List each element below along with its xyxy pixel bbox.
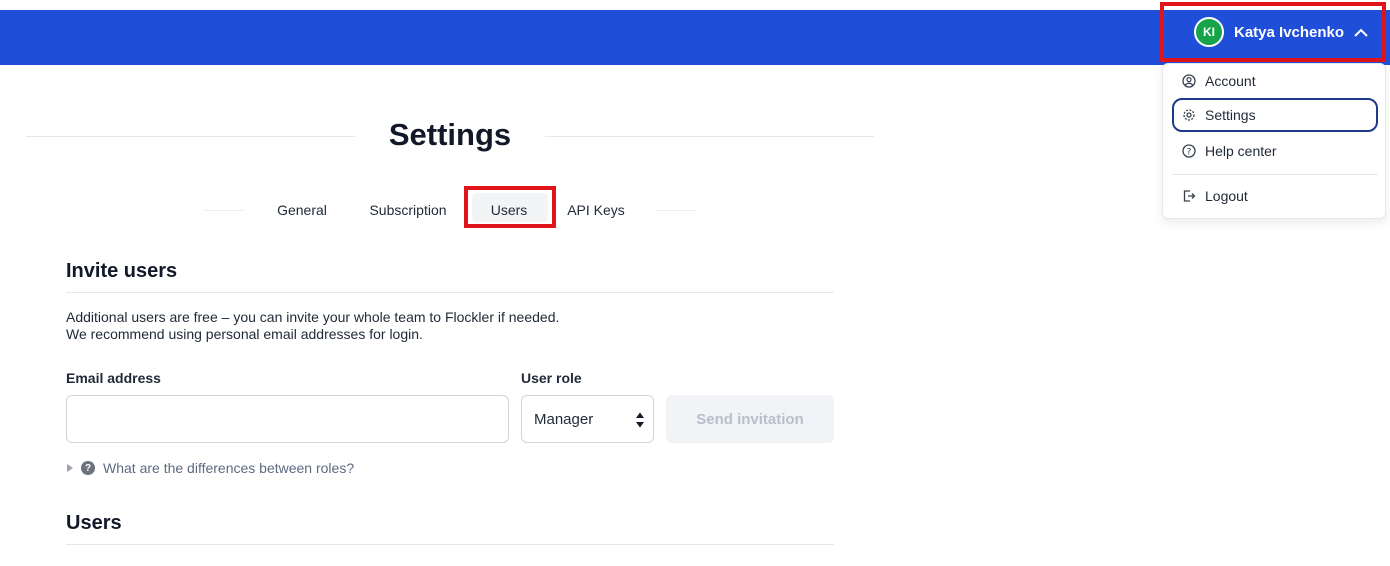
page-title: Settings <box>388 117 512 152</box>
logout-icon <box>1182 189 1196 203</box>
user-role-value: Manager <box>534 410 594 428</box>
invite-description-line2: We recommend using personal email addres… <box>66 326 423 342</box>
user-menu-button[interactable]: KI Katya Ivchenko <box>1160 2 1386 62</box>
tab-general[interactable]: General <box>268 199 336 221</box>
users-heading: Users <box>66 512 122 534</box>
gear-icon <box>1182 108 1196 122</box>
roles-differences-toggle[interactable]: ? What are the differences between roles… <box>66 460 354 476</box>
menu-item-label: Settings <box>1205 107 1256 123</box>
caret-right-icon <box>66 463 75 473</box>
tab-api-keys[interactable]: API Keys <box>560 199 632 221</box>
tab-users[interactable]: Users <box>474 199 544 221</box>
title-divider-right <box>545 136 874 137</box>
email-label: Email address <box>66 370 161 386</box>
user-circle-icon <box>1182 74 1196 88</box>
menu-item-help-center[interactable]: ? Help center <box>1172 134 1378 168</box>
roles-help-text: What are the differences between roles? <box>103 460 355 476</box>
avatar: KI <box>1194 17 1224 47</box>
menu-item-settings[interactable]: Settings <box>1172 98 1378 132</box>
menu-item-logout[interactable]: Logout <box>1172 179 1378 213</box>
tabs-divider-left <box>204 210 244 211</box>
user-dropdown-menu: Account Settings ? Help center Logout <box>1162 63 1386 219</box>
tabs-divider-right <box>655 210 697 211</box>
invite-users-heading: Invite users <box>66 260 178 282</box>
menu-item-label: Account <box>1205 73 1256 89</box>
select-arrows-icon <box>635 411 645 433</box>
user-role-select[interactable]: Manager <box>521 395 654 443</box>
user-role-label: User role <box>521 370 582 386</box>
user-name: Katya Ivchenko <box>1234 23 1345 41</box>
menu-item-label: Help center <box>1205 143 1277 159</box>
menu-item-label: Logout <box>1205 188 1248 204</box>
question-icon: ? <box>81 461 95 475</box>
section-divider <box>66 544 834 545</box>
tab-subscription[interactable]: Subscription <box>360 199 456 221</box>
menu-divider <box>1172 174 1378 175</box>
send-invitation-button[interactable]: Send invitation <box>666 395 834 443</box>
section-divider <box>66 292 834 293</box>
question-circle-icon: ? <box>1182 144 1196 158</box>
chevron-up-icon <box>1354 28 1368 37</box>
menu-item-account[interactable]: Account <box>1172 64 1378 98</box>
email-field[interactable] <box>66 395 509 443</box>
invite-description-line1: Additional users are free – you can invi… <box>66 309 560 325</box>
svg-text:?: ? <box>1187 147 1192 157</box>
title-divider-left <box>26 136 355 137</box>
